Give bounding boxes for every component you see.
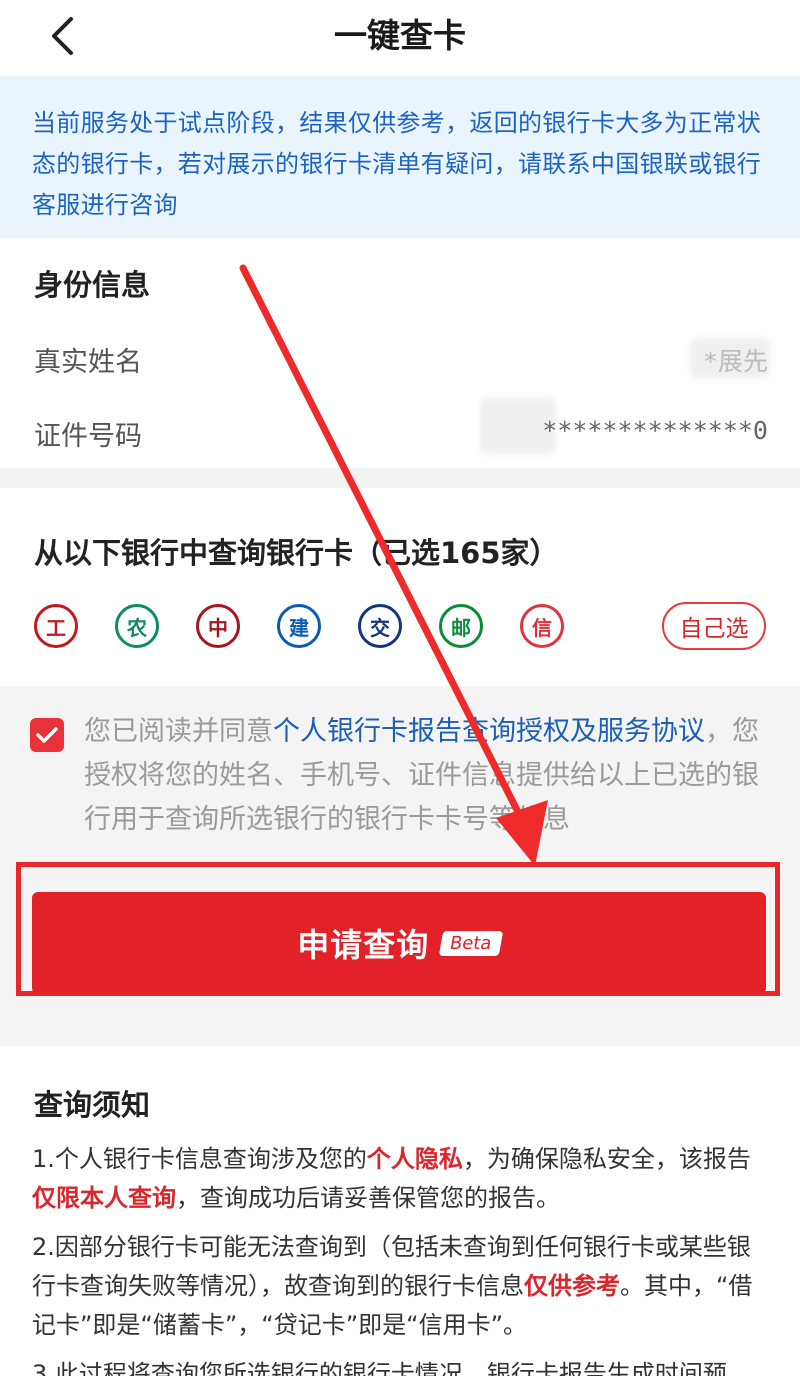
note-1-highlight-self-only: 仅限本人查询: [32, 1184, 176, 1212]
checkmark-icon: [36, 727, 58, 743]
real-name-label: 真实姓名: [34, 347, 142, 378]
bocom-logo-icon: 交: [358, 604, 402, 648]
note-1-text-a: 1.个人银行卡信息查询涉及您的: [32, 1145, 367, 1173]
notes-title: 查询须知: [34, 1088, 151, 1122]
identity-info-section: 身份信息 真实姓名 *展先 证件号码 **************0: [0, 238, 800, 468]
note-item-3: 3.此过程将查询您所选银行的银行卡情况，银行卡报告生成时间预: [32, 1360, 727, 1376]
notes-body: 1.个人银行卡信息查询涉及您的个人隐私，为确保隐私安全，该报告仅限本人查询，查询…: [32, 1140, 772, 1376]
note-1-text-c: ，查询成功后请妥善保管您的报告。: [176, 1184, 560, 1212]
note-2-highlight-reference: 仅供参考: [524, 1272, 620, 1300]
pilot-notice-text: 当前服务处于试点阶段，结果仅供参考，返回的银行卡大多为正常状态的银行卡，若对展示…: [32, 109, 761, 219]
bank-section-title: 从以下银行中查询银行卡（已选165家）: [34, 536, 559, 570]
abc-logo-icon: 农: [115, 604, 159, 648]
boc-logo-icon: 中: [196, 604, 240, 648]
apply-query-button[interactable]: 申请查询 Beta: [32, 892, 766, 994]
real-name-value: *展先: [702, 347, 768, 376]
apply-query-label: 申请查询: [297, 926, 430, 964]
note-item-2: 2.因部分银行卡可能无法查询到（包括未查询到任何银行卡或某些银行卡查询失败等情况…: [32, 1228, 772, 1345]
bank-logo-row: 工农中建交邮信: [34, 602, 601, 650]
note-item-1: 1.个人银行卡信息查询涉及您的个人隐私，为确保隐私安全，该报告仅限本人查询，查询…: [32, 1140, 772, 1218]
agreement-text: 您已阅读并同意个人银行卡报告查询授权及服务协议，您授权将您的姓名、手机号、证件信…: [84, 710, 764, 842]
identity-section-title: 身份信息: [34, 268, 151, 302]
ccb-logo-icon: 建: [277, 604, 321, 648]
psbc-logo-icon: 邮: [439, 604, 483, 648]
top-nav-bar: 一键查卡: [0, 0, 800, 76]
custom-select-button[interactable]: 自己选: [662, 602, 766, 650]
agree-checkbox[interactable]: [30, 718, 64, 752]
service-agreement-link[interactable]: 个人银行卡报告查询授权及服务协议: [273, 716, 705, 747]
bank-selection-section: 从以下银行中查询银行卡（已选165家） 工农中建交邮信 自己选: [0, 488, 800, 686]
citic-logo-icon: 信: [520, 604, 564, 648]
id-number-label: 证件号码: [34, 421, 142, 452]
note-1-highlight-privacy: 个人隐私: [366, 1145, 463, 1173]
beta-badge: Beta: [439, 930, 503, 956]
pilot-notice-banner: 当前服务处于试点阶段，结果仅供参考，返回的银行卡大多为正常状态的银行卡，若对展示…: [0, 76, 800, 238]
id-number-value: **************0: [542, 416, 768, 445]
agreement-text-prefix: 您已阅读并同意: [84, 716, 273, 747]
icbc-logo-icon: 工: [34, 604, 78, 648]
query-notes-section: 查询须知 1.个人银行卡信息查询涉及您的个人隐私，为确保隐私安全，该报告仅限本人…: [0, 1046, 800, 1376]
note-1-text-b: ，为确保隐私安全，该报告: [462, 1145, 751, 1173]
page-title: 一键查卡: [334, 16, 466, 55]
agreement-section: 您已阅读并同意个人银行卡报告查询授权及服务协议，您授权将您的姓名、手机号、证件信…: [0, 686, 800, 1046]
